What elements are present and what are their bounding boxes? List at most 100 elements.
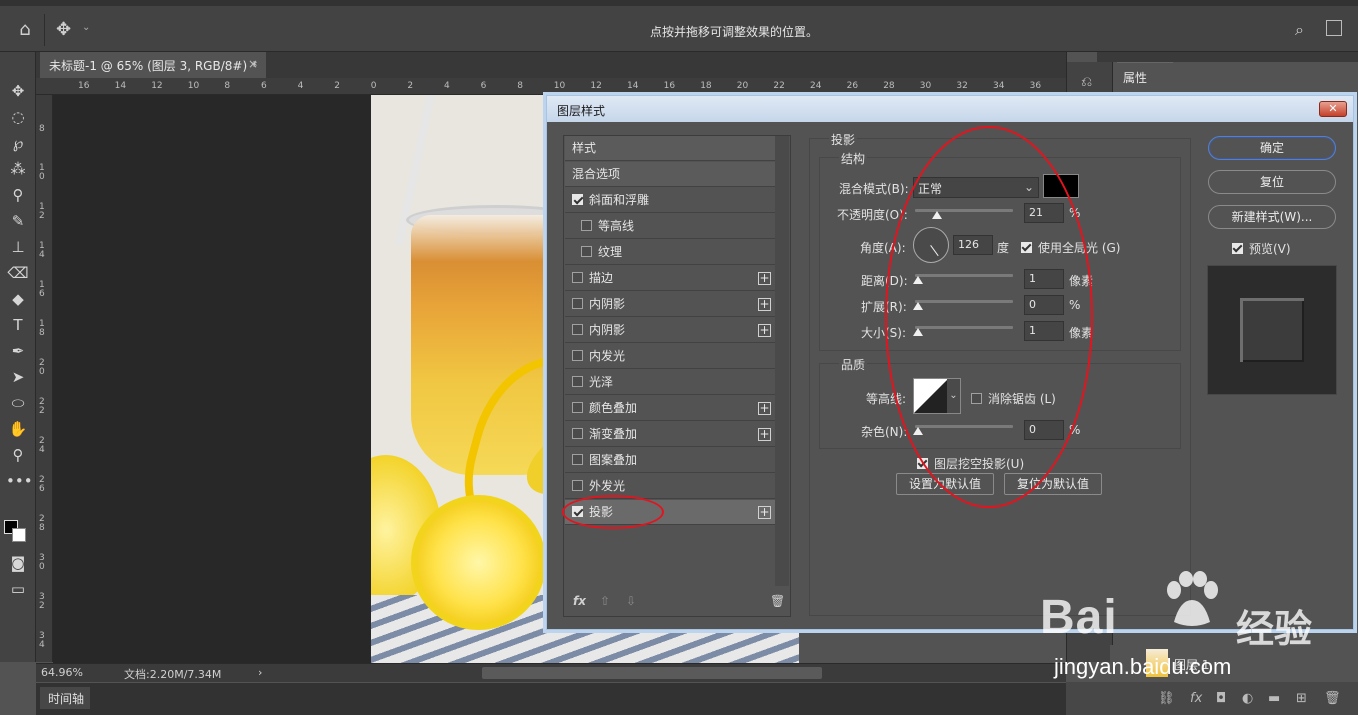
tab-timeline[interactable]: 时间轴 [40,687,90,709]
add-effect-icon[interactable]: + [758,298,771,311]
fx-icon[interactable]: fx [573,594,586,608]
style-item-label: 样式 [572,141,597,155]
move-up-icon[interactable]: ⇧ [600,594,610,608]
horizontal-scrollbar[interactable] [482,667,822,679]
more-icon[interactable]: ••• [6,470,33,492]
marquee-icon[interactable]: ◌ [6,106,30,128]
select-arrow-icon[interactable]: ➤ [6,366,30,388]
mask-icon[interactable]: ◘ [1216,691,1226,706]
style-checkbox[interactable] [572,376,583,387]
tab-properties[interactable]: 属性 [1117,62,1173,88]
style-list-scrollbar[interactable] [775,136,789,586]
workspace-icon[interactable] [1326,20,1342,36]
trash-icon[interactable]: 🗑 [1324,691,1341,706]
ruler-tick-label: 6 [480,81,487,91]
dialog-close-button[interactable]: ✕ [1319,101,1347,117]
ruler-tick-label: 3 0 [39,553,45,572]
link-icon[interactable]: ⛓ [1158,691,1175,706]
ruler-tick-label: 2 2 [39,397,45,416]
style-item[interactable]: 图案叠加 [565,448,775,473]
style-checkbox[interactable] [572,402,583,413]
style-item[interactable]: 光泽 [565,370,775,395]
style-item[interactable]: 样式 [565,136,775,161]
brush-icon[interactable]: ✎ [6,210,30,232]
move-icon[interactable]: ✥ [6,80,30,102]
document-tab[interactable]: 未标题-1 @ 65% (图层 3, RGB/8#) * × [40,52,266,78]
stamp-icon[interactable]: ⊥ [6,236,30,258]
ok-button[interactable]: 确定 [1208,136,1336,160]
eyedropper-icon[interactable]: ⚲ [6,184,30,206]
magic-wand-icon[interactable]: ⁂ [6,158,30,180]
reset-button[interactable]: 复位 [1208,170,1336,194]
quick-mask-icon[interactable]: ◙ [6,552,30,574]
style-item[interactable]: 渐变叠加 + [565,422,775,447]
style-item[interactable]: 斜面和浮雕 [565,188,775,213]
pen-icon[interactable]: ✒ [6,340,30,362]
panel-collapse-bar[interactable] [1097,52,1358,62]
canvas-pasteboard [53,95,371,663]
style-checkbox[interactable] [572,272,583,283]
folder-icon[interactable]: ▬ [1268,691,1280,706]
ruler-tick-label: 14 [627,81,639,91]
move-down-icon[interactable]: ⇩ [626,594,636,608]
style-checkbox[interactable] [581,220,592,231]
screen-mode-icon[interactable]: ▭ [6,578,30,600]
watermark-brand-tail: 经验 [1236,609,1313,651]
paint-bucket-icon[interactable]: ◆ [6,288,30,310]
style-item[interactable]: 内发光 [565,344,775,369]
style-checkbox[interactable] [572,428,583,439]
new-layer-icon[interactable]: ⊞ [1296,691,1307,706]
ruler-tick-label: 32 [956,81,968,91]
style-checkbox[interactable] [572,298,583,309]
tools-panel: ✥ ◌ ℘ ⁂ ⚲ ✎ ⊥ ⌫ ◆ T ✒ ➤ ⬭ ✋ ⚲ ••• ◙ ▭ [0,52,36,662]
ruler-tick-label: 10 [187,81,200,91]
ellipse-icon[interactable]: ⬭ [6,392,30,414]
options-hint: 点按并拖移可调整效果的位置。 [650,25,819,39]
style-checkbox[interactable] [572,454,583,465]
ruler-tick-label: 16 [78,81,90,91]
eraser-icon[interactable]: ⌫ [6,262,30,284]
new-style-button[interactable]: 新建样式(W)... [1208,205,1336,229]
close-icon[interactable]: × [248,57,258,71]
zoom-level[interactable]: 64.96% [41,666,83,679]
style-item[interactable]: 内阴影 + [565,292,775,317]
trash-icon[interactable]: 🗑 [770,594,785,608]
lasso-icon[interactable]: ℘ [6,132,30,154]
search-icon[interactable]: ⌕ [1295,20,1304,40]
add-effect-icon[interactable]: + [758,402,771,415]
home-icon[interactable]: ⌂ [14,20,36,40]
fx-icon[interactable]: fx [1190,691,1202,706]
style-item[interactable]: 等高线 [565,214,775,239]
add-effect-icon[interactable]: + [758,324,771,337]
history-icon[interactable]: ⎌ [1081,74,1092,90]
add-effect-icon[interactable]: + [758,506,771,519]
style-item[interactable]: 纹理 [565,240,775,265]
style-item[interactable]: 描边 + [565,266,775,291]
hand-icon[interactable]: ✋ [6,418,30,440]
preview-checkbox[interactable]: 预览(V) [1232,240,1291,257]
style-checkbox[interactable] [572,350,583,361]
style-checkbox[interactable] [581,246,592,257]
chevron-down-icon[interactable]: ⌄ [82,22,90,33]
ruler-tick-label: 1 8 [39,319,45,338]
style-item[interactable]: 混合选项 [565,162,775,187]
status-arrow[interactable]: › [258,666,262,679]
style-checkbox[interactable] [572,324,583,335]
type-icon[interactable]: T [6,314,30,336]
style-checkbox[interactable] [572,480,583,491]
style-item[interactable]: 内阴影 + [565,318,775,343]
move-tool-icon[interactable]: ✥ [56,20,78,40]
timeline-panel: 时间轴 [36,683,1066,715]
dialog-title[interactable]: 图层样式 [547,96,1353,122]
style-checkbox[interactable] [572,194,583,205]
background-color-swatch[interactable] [12,528,26,542]
add-effect-icon[interactable]: + [758,272,771,285]
ruler-tick-label: 12 [151,81,163,91]
ruler-tick-label: 1 2 [39,202,45,221]
quality-title: 品质 [839,356,868,373]
zoom-icon[interactable]: ⚲ [6,444,30,466]
add-effect-icon[interactable]: + [758,428,771,441]
style-item[interactable]: 颜色叠加 + [565,396,775,421]
adjustment-icon[interactable]: ◐ [1242,691,1253,706]
style-item-label: 颜色叠加 [589,401,638,415]
